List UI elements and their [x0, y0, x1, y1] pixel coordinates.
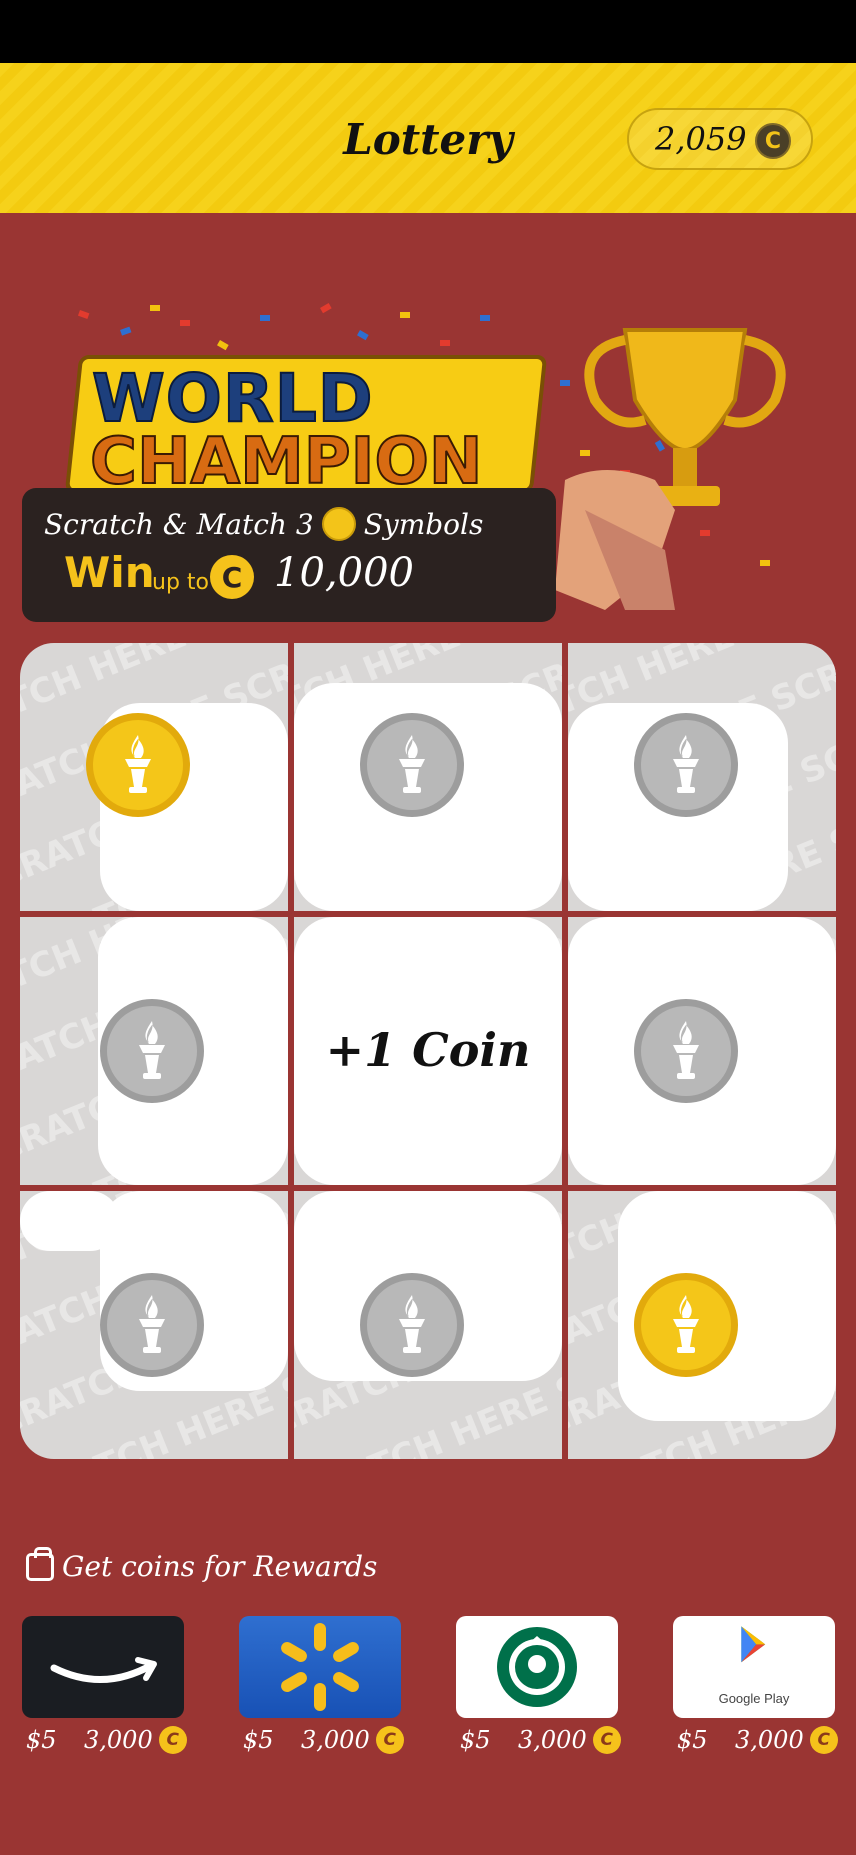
- scratch-cell[interactable]: SCRATCH HERE SCRATCH HERESCRATCH HERE SC…: [294, 643, 562, 911]
- reward-coins: 3,000: [735, 1726, 804, 1754]
- reward-usd: $5: [26, 1726, 57, 1754]
- coin-balance[interactable]: 2,059 C: [627, 108, 813, 170]
- coin-icon: C: [210, 555, 254, 599]
- starbucks-logo: [497, 1627, 577, 1707]
- win-amount: 10,000: [274, 550, 414, 596]
- header: Lottery 2,059 C: [0, 63, 856, 213]
- walmart-gift-card[interactable]: [239, 1616, 401, 1718]
- status-bar: [0, 0, 856, 63]
- starbucks-gift-card[interactable]: [456, 1616, 618, 1718]
- balance-value: 2,059: [655, 120, 747, 158]
- reward-coins: 3,000: [84, 1726, 153, 1754]
- google-play-label: Google Play: [718, 1691, 790, 1706]
- win-label: Win: [64, 548, 155, 597]
- promo-text: Scratch & Match 3 Symbols: [44, 507, 483, 541]
- silver-torch-coin-icon: [360, 1273, 464, 1377]
- google-play-logo: [741, 1626, 766, 1663]
- silver-torch-coin-icon: [634, 999, 738, 1103]
- promo-text-symbols: Symbols: [363, 507, 484, 541]
- rewards-title: Get coins for Rewards: [62, 1550, 378, 1583]
- scratch-cell[interactable]: SCRATCH HERE SCRATCH HERESCRATCH HERE SC…: [20, 1191, 288, 1459]
- coin-icon: C: [158, 1726, 187, 1754]
- torch-symbol-icon: [321, 507, 356, 541]
- prize-text: +1 Coin: [325, 1023, 531, 1077]
- coin-icon: C: [809, 1726, 838, 1754]
- amazon-gift-card[interactable]: [22, 1616, 184, 1718]
- walmart-logo: [281, 1623, 359, 1711]
- scratch-cell[interactable]: SCRATCH HERE SCRATCH HERESCRATCH HERE SC…: [294, 917, 562, 1185]
- trophy-icon: [555, 328, 786, 610]
- scratch-cell[interactable]: SCRATCH HERE SCRATCH HERESCRATCH HERE SC…: [568, 917, 836, 1185]
- reward-usd: $5: [243, 1726, 274, 1754]
- reward-coins: 3,000: [518, 1726, 587, 1754]
- google-play-gift-card[interactable]: Google Play: [673, 1616, 835, 1718]
- silver-torch-coin-icon: [100, 1273, 204, 1377]
- scratch-cell[interactable]: SCRATCH HERE SCRATCH HERESCRATCH HERE SC…: [568, 643, 836, 911]
- scratch-cell[interactable]: SCRATCH HERE SCRATCH HERESCRATCH HERE SC…: [568, 1191, 836, 1459]
- reward-usd: $5: [677, 1726, 708, 1754]
- scratch-cell[interactable]: SCRATCH HERE SCRATCH HERESCRATCH HERE SC…: [294, 1191, 562, 1459]
- promo-text-main: Scratch & Match 3: [44, 507, 314, 541]
- amazon-logo: [50, 1657, 157, 1683]
- scratch-card[interactable]: SCRATCH HERE SCRATCH HERESCRATCH HERE SC…: [20, 643, 836, 1459]
- reward-price: $5 3,000 C: [26, 1726, 187, 1754]
- shopping-bag-icon: [26, 1546, 54, 1581]
- coin-icon: C: [592, 1726, 621, 1754]
- rewards-header: Get coins for Rewards: [26, 1546, 378, 1583]
- coin-icon: C: [375, 1726, 404, 1754]
- reward-price: $5 3,000 C: [243, 1726, 404, 1754]
- gold-torch-coin-icon: [86, 713, 190, 817]
- gold-torch-coin-icon: [634, 1273, 738, 1377]
- scratched-area: [20, 1191, 120, 1251]
- scratch-cell[interactable]: SCRATCH HERE SCRATCH HERESCRATCH HERE SC…: [20, 917, 288, 1185]
- win-upto: up to: [152, 570, 209, 595]
- reward-usd: $5: [460, 1726, 491, 1754]
- coin-icon: C: [755, 123, 791, 159]
- reward-coins: 3,000: [301, 1726, 370, 1754]
- reward-price: $5 3,000 C: [460, 1726, 621, 1754]
- silver-torch-coin-icon: [360, 713, 464, 817]
- scratch-cell[interactable]: SCRATCH HERE SCRATCH HERESCRATCH HERE SC…: [20, 643, 288, 911]
- silver-torch-coin-icon: [634, 713, 738, 817]
- silver-torch-coin-icon: [100, 999, 204, 1103]
- reward-price: $5 3,000 C: [677, 1726, 838, 1754]
